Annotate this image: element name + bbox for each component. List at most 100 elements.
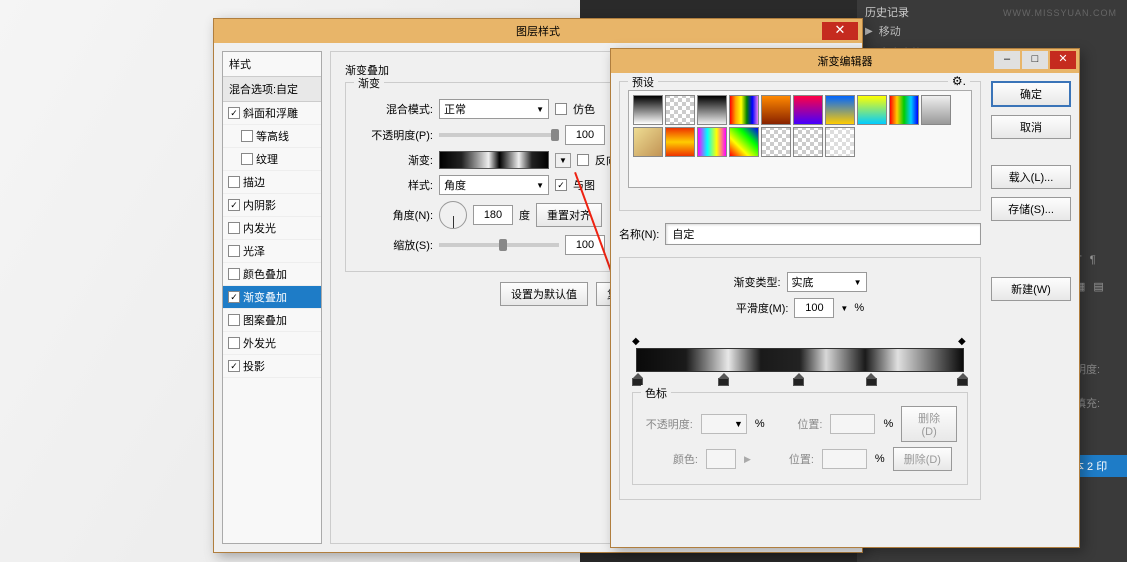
angle-input[interactable]	[473, 205, 513, 225]
smoothness-input[interactable]	[794, 298, 834, 318]
opacity-slider[interactable]	[439, 133, 559, 137]
cancel-button[interactable]: 取消	[991, 115, 1071, 139]
preset-swatch[interactable]	[761, 127, 791, 157]
color-stop[interactable]	[793, 373, 804, 386]
make-default-button[interactable]: 设置为默认值	[500, 282, 588, 306]
gradient-preview[interactable]	[439, 151, 549, 169]
position-label: 位置:	[759, 451, 814, 467]
scale-slider[interactable]	[439, 243, 559, 247]
ok-button[interactable]: 确定	[991, 81, 1071, 107]
dither-checkbox[interactable]	[555, 103, 567, 115]
preset-swatch[interactable]	[729, 95, 759, 125]
blend-mode-select[interactable]: 正常▼	[439, 99, 549, 119]
dialog-title: 图层样式	[516, 23, 560, 39]
gradient-type-select[interactable]: 实底▼	[787, 272, 867, 292]
dialog-title: 渐变编辑器	[818, 53, 873, 69]
stop-color-swatch[interactable]	[706, 449, 736, 469]
reverse-checkbox[interactable]	[577, 154, 589, 166]
angle-unit: 度	[519, 207, 530, 223]
style-gradient-overlay[interactable]: ✓渐变叠加	[223, 286, 321, 309]
preset-label: 预设	[628, 74, 658, 90]
checkbox-icon[interactable]	[228, 268, 240, 280]
opacity-stop[interactable]: ◆	[632, 336, 642, 346]
preset-swatch[interactable]	[665, 95, 695, 125]
style-select[interactable]: 角度▼	[439, 175, 549, 195]
stop-opacity-select[interactable]: ▼	[701, 414, 747, 434]
opacity-input[interactable]	[565, 125, 605, 145]
preset-swatch[interactable]	[857, 95, 887, 125]
history-item[interactable]: ▶ 移动	[865, 20, 1119, 42]
gradient-editor-titlebar[interactable]: 渐变编辑器 – □ ✕	[611, 49, 1079, 73]
close-icon[interactable]: ✕	[1050, 51, 1076, 69]
save-button[interactable]: 存储(S)...	[991, 197, 1071, 221]
style-list: 样式 混合选项:自定 ✓斜面和浮雕 等高线 纹理 描边 ✓内阴影 内发光 光泽 …	[222, 51, 322, 544]
layout-icon[interactable]: ▤	[1093, 280, 1103, 293]
paragraph-icon[interactable]: ¶	[1090, 254, 1096, 266]
color-stop[interactable]	[866, 373, 877, 386]
opacity-label: 不透明度:	[643, 416, 693, 432]
preset-swatch[interactable]	[633, 95, 663, 125]
checkbox-icon[interactable]	[228, 245, 240, 257]
preset-swatch[interactable]	[665, 127, 695, 157]
checkbox-icon[interactable]: ✓	[228, 107, 240, 119]
angle-wheel[interactable]	[439, 201, 467, 229]
style-drop-shadow[interactable]: ✓投影	[223, 355, 321, 378]
preset-swatch[interactable]	[729, 127, 759, 157]
style-color-overlay[interactable]: 颜色叠加	[223, 263, 321, 286]
preset-swatch[interactable]	[793, 127, 823, 157]
chevron-down-icon[interactable]: ▼	[555, 153, 571, 168]
style-inner-glow[interactable]: 内发光	[223, 217, 321, 240]
maximize-icon[interactable]: □	[1022, 51, 1048, 69]
chevron-right-icon[interactable]: ▶	[744, 454, 751, 465]
preset-swatch[interactable]	[697, 127, 727, 157]
preset-swatch[interactable]	[921, 95, 951, 125]
preset-swatch[interactable]	[697, 95, 727, 125]
style-list-header[interactable]: 样式	[223, 52, 321, 77]
align-checkbox[interactable]: ✓	[555, 179, 567, 191]
name-input[interactable]	[665, 223, 981, 245]
close-icon[interactable]: ✕	[822, 22, 858, 40]
watermark-text: WWW.MISSYUAN.COM	[1003, 8, 1117, 18]
checkbox-icon[interactable]	[228, 176, 240, 188]
style-stroke[interactable]: 描边	[223, 171, 321, 194]
preset-swatch[interactable]	[825, 95, 855, 125]
gradient-editor-dialog: 渐变编辑器 – □ ✕ 预设 ⚙.	[610, 48, 1080, 548]
color-stop[interactable]	[718, 373, 729, 386]
style-bevel-emboss[interactable]: ✓斜面和浮雕	[223, 102, 321, 125]
minimize-icon[interactable]: –	[994, 51, 1020, 69]
style-texture[interactable]: 纹理	[223, 148, 321, 171]
opacity-stop[interactable]: ◆	[958, 336, 968, 346]
preset-swatch[interactable]	[633, 127, 663, 157]
color-stop[interactable]	[957, 373, 968, 386]
gradient-bar[interactable]: ◆ ◆	[636, 348, 964, 372]
delete-stop-button[interactable]: 删除(D)	[893, 447, 952, 471]
checkbox-icon[interactable]: ✓	[228, 360, 240, 372]
checkbox-icon[interactable]	[241, 153, 253, 165]
style-pattern-overlay[interactable]: 图案叠加	[223, 309, 321, 332]
style-contour[interactable]: 等高线	[223, 125, 321, 148]
load-button[interactable]: 载入(L)...	[991, 165, 1071, 189]
percent-label: %	[875, 453, 885, 465]
chevron-down-icon[interactable]: ▼	[840, 304, 848, 313]
style-satin[interactable]: 光泽	[223, 240, 321, 263]
stop-position-input[interactable]	[822, 449, 867, 469]
delete-stop-button[interactable]: 删除(D)	[901, 406, 957, 442]
position-label: 位置:	[773, 416, 823, 432]
gear-icon[interactable]: ⚙.	[948, 74, 970, 88]
preset-swatch[interactable]	[889, 95, 919, 125]
checkbox-icon[interactable]: ✓	[228, 199, 240, 211]
style-inner-shadow[interactable]: ✓内阴影	[223, 194, 321, 217]
checkbox-icon[interactable]	[228, 337, 240, 349]
new-button[interactable]: 新建(W)	[991, 277, 1071, 301]
preset-swatch[interactable]	[761, 95, 791, 125]
preset-swatch[interactable]	[793, 95, 823, 125]
layer-style-titlebar[interactable]: 图层样式 ✕	[214, 19, 862, 43]
style-outer-glow[interactable]: 外发光	[223, 332, 321, 355]
stop-position-input[interactable]	[830, 414, 875, 434]
checkbox-icon[interactable]	[228, 314, 240, 326]
checkbox-icon[interactable]	[241, 130, 253, 142]
blend-options-item[interactable]: 混合选项:自定	[223, 77, 321, 102]
checkbox-icon[interactable]: ✓	[228, 291, 240, 303]
checkbox-icon[interactable]	[228, 222, 240, 234]
preset-swatch[interactable]	[825, 127, 855, 157]
